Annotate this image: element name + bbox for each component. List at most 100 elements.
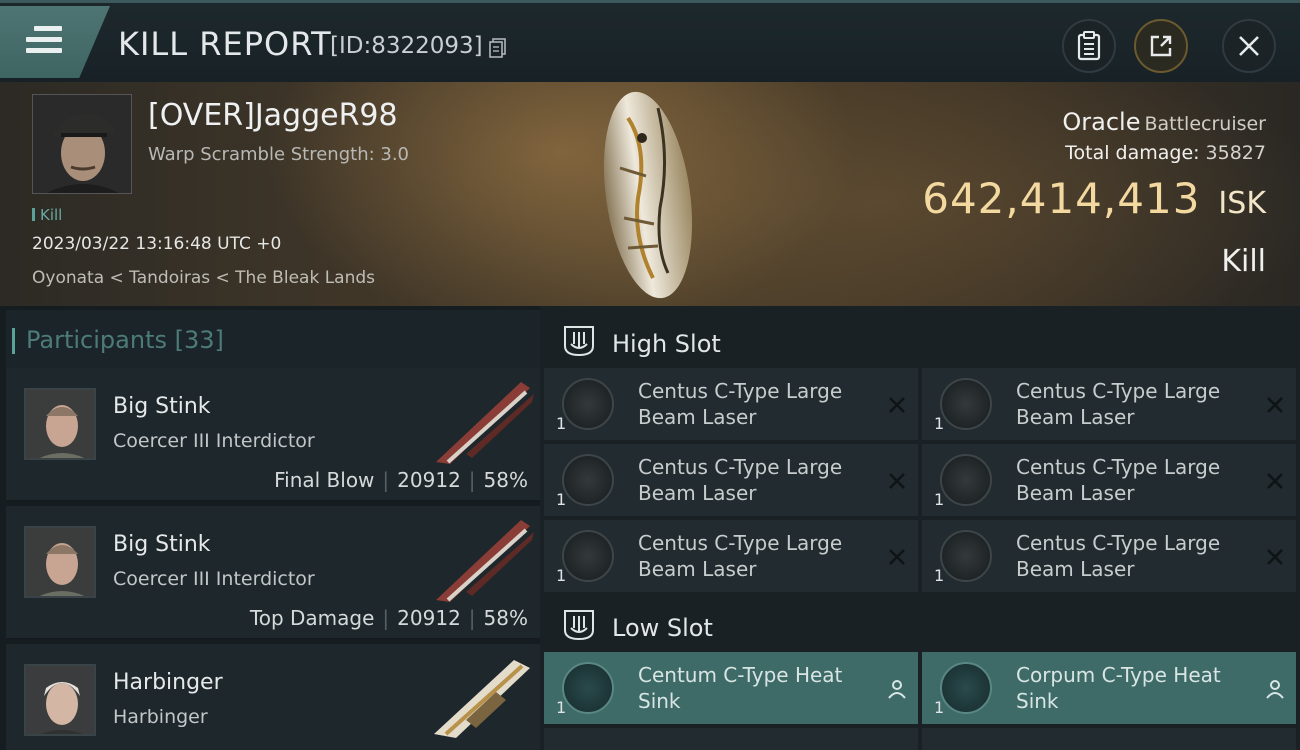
participant-percent: 58% [483, 606, 528, 630]
participant-row[interactable]: Big Stink Coercer III Interdictor Top Da… [6, 506, 540, 640]
participant-badge: Final Blow [274, 468, 375, 492]
menu-button[interactable] [0, 6, 110, 78]
module-item[interactable]: 1 Centus C-Type Large Beam Laser [544, 444, 918, 516]
total-damage: Total damage: 35827 [1065, 142, 1266, 164]
heat-sink-icon [562, 662, 614, 714]
isk-value: 642,414,413 ISK [922, 174, 1266, 223]
module-quantity: 1 [556, 490, 567, 509]
kill-tag: Kill [32, 206, 62, 224]
module-quantity: 1 [934, 414, 945, 433]
destroyed-icon [889, 549, 905, 565]
participant-name: Big Stink [113, 394, 211, 419]
participant-name: Harbinger [113, 670, 223, 695]
module-item[interactable]: 1 Centus C-Type Large Beam Laser [922, 520, 1296, 592]
participants-header[interactable]: Participants [33] [6, 310, 540, 368]
module-name: Corpum C-Type Heat Sink [1016, 663, 1221, 713]
destroyed-icon [889, 473, 905, 489]
module-item[interactable]: 1 Corpum C-Type Heat Sink [922, 652, 1296, 724]
module-name: Centus C-Type Large Beam Laser [1016, 531, 1221, 581]
ship-class: Battlecruiser [1144, 113, 1266, 135]
victim-portrait[interactable] [32, 94, 132, 194]
destroyed-icon [1267, 397, 1283, 413]
isk-unit: ISK [1218, 186, 1266, 221]
heat-sink-icon [940, 662, 992, 714]
beam-laser-icon [940, 530, 992, 582]
module-item-partial[interactable] [544, 728, 918, 750]
participant-ship-image [436, 520, 534, 602]
participant-ship: Coercer III Interdictor [113, 568, 315, 590]
total-damage-value: 35827 [1205, 142, 1266, 164]
module-name: Centus C-Type Large Beam Laser [638, 379, 843, 429]
close-button[interactable] [1222, 19, 1276, 73]
high-slot-header: High Slot [540, 312, 1300, 370]
high-slot-label: High Slot [612, 330, 721, 358]
avatar[interactable] [24, 526, 96, 598]
participant-ship-image [436, 382, 534, 464]
dropped-person-icon [888, 680, 906, 699]
clipboard-icon [1077, 31, 1101, 61]
beam-laser-icon [562, 530, 614, 582]
module-item[interactable]: 1 Centum C-Type Heat Sink [544, 652, 918, 724]
ship-name: Oracle [1062, 108, 1141, 136]
victim-ship-class[interactable]: Oracle Battlecruiser [1062, 108, 1266, 136]
module-quantity: 1 [934, 566, 945, 585]
participant-damage: 20912 [397, 468, 461, 492]
kill-timestamp: 2023/03/22 13:16:48 UTC +0 [32, 234, 282, 254]
participant-stats: Final Blow | 20912 | 58% [274, 468, 528, 492]
share-button[interactable] [1134, 19, 1188, 73]
module-quantity: 1 [934, 490, 945, 509]
beam-laser-icon [940, 454, 992, 506]
participant-percent: 58% [483, 468, 528, 492]
participant-ship-image [434, 660, 530, 738]
module-quantity: 1 [556, 698, 567, 717]
module-item-partial[interactable] [922, 728, 1296, 750]
module-item[interactable]: 1 Centus C-Type Large Beam Laser [544, 368, 918, 440]
module-name: Centum C-Type Heat Sink [638, 663, 843, 713]
destroyed-icon [1267, 549, 1283, 565]
isk-amount: 642,414,413 [922, 174, 1201, 223]
low-slot-header: Low Slot [540, 596, 1300, 654]
victim-banner: [OVER]JaggeR98 Warp Scramble Strength: 3… [0, 82, 1300, 306]
participants-panel: Participants [33] Big Stink Coercer III … [0, 306, 540, 750]
participant-row[interactable]: Harbinger Harbinger [6, 644, 540, 750]
module-item[interactable]: 1 Centus C-Type Large Beam Laser [922, 444, 1296, 516]
participant-ship: Harbinger [113, 706, 208, 728]
participant-row[interactable]: Big Stink Coercer III Interdictor Final … [6, 368, 540, 502]
destroyed-icon [889, 397, 905, 413]
victim-ship-image[interactable] [598, 88, 698, 302]
avatar[interactable] [24, 664, 96, 736]
warp-scramble-strength: Warp Scramble Strength: 3.0 [148, 144, 410, 165]
menu-icon [26, 26, 62, 59]
avatar[interactable] [24, 388, 96, 460]
kill-location[interactable]: Oyonata < Tandoiras < The Bleak Lands [32, 268, 375, 288]
participants-label: Participants [33] [12, 326, 224, 354]
module-name: Centus C-Type Large Beam Laser [638, 455, 843, 505]
module-quantity: 1 [934, 698, 945, 717]
beam-laser-icon [940, 378, 992, 430]
kill-type: Kill [1221, 244, 1266, 279]
report-id: [ID:8322093] [330, 33, 483, 59]
copy-icon[interactable] [489, 38, 507, 58]
close-icon [1239, 36, 1259, 56]
destroyed-icon [1267, 473, 1283, 489]
participants-count: [33] [174, 326, 224, 354]
beam-laser-icon [562, 378, 614, 430]
module-name: Centus C-Type Large Beam Laser [1016, 455, 1221, 505]
participant-name: Big Stink [113, 532, 211, 557]
share-icon [1150, 35, 1172, 57]
beam-laser-icon [562, 454, 614, 506]
total-damage-label: Total damage: [1065, 142, 1200, 164]
module-quantity: 1 [556, 566, 567, 585]
clipboard-button[interactable] [1062, 19, 1116, 73]
participant-stats: Top Damage | 20912 | 58% [249, 606, 528, 630]
fitting-panel: High Slot 1 Centus C-Type Large Beam Las… [540, 306, 1300, 750]
low-slot-icon [564, 610, 594, 641]
module-item[interactable]: 1 Centus C-Type Large Beam Laser [922, 368, 1296, 440]
participant-badge: Top Damage [249, 606, 375, 630]
low-slot-label: Low Slot [612, 614, 713, 642]
module-item[interactable]: 1 Centus C-Type Large Beam Laser [544, 520, 918, 592]
participants-label-text: Participants [26, 326, 167, 354]
participant-damage: 20912 [397, 606, 461, 630]
victim-name[interactable]: [OVER]JaggeR98 [148, 98, 398, 133]
module-name: Centus C-Type Large Beam Laser [1016, 379, 1221, 429]
